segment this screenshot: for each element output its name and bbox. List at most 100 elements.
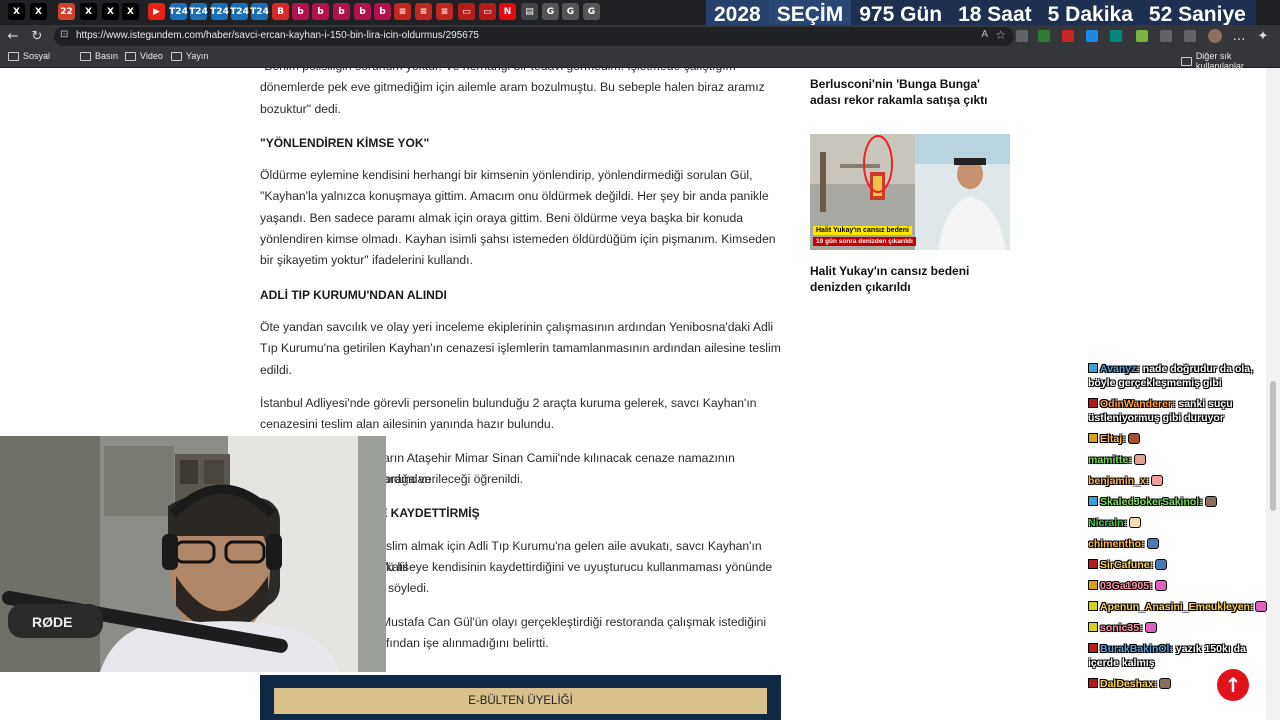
chat-username[interactable]: Nicrain: — [1088, 517, 1127, 529]
address-bar-row: ← ↻ ⊡ https://www.istegundem.com/haber/s… — [0, 25, 1280, 48]
article-paragraph: "Benim polisiliğin sorunum yoktur. Ve he… — [260, 68, 765, 116]
bookmark-label: Yayın — [186, 51, 209, 61]
chat-badge-icon — [1088, 601, 1098, 611]
chat-username[interactable]: mamitte: — [1088, 454, 1132, 466]
article-subheading: ADLİ TIP KURUMU'NDAN ALINDI — [260, 288, 447, 302]
profile-avatar[interactable] — [1208, 29, 1222, 43]
browser-tab[interactable]: T24 — [169, 3, 188, 20]
chat-message: SkaledJokerSakinol: — [1088, 495, 1268, 509]
browser-tab[interactable]: 22 — [58, 3, 75, 20]
reload-icon[interactable]: ↻ — [28, 27, 46, 45]
url-text[interactable]: https://www.istegundem.com/haber/savci-e… — [76, 30, 479, 41]
stream-chat-overlay: Avanyz: nade doğrudur da ola, böyle gerç… — [1088, 362, 1268, 720]
browser-tab[interactable]: b — [292, 3, 309, 20]
browser-tab[interactable]: b — [354, 3, 371, 20]
browser-tab[interactable]: T24 — [189, 3, 208, 20]
related-news-title[interactable]: Halit Yukay'ın cansız bedeni denizden çı… — [810, 263, 1010, 295]
related-news-thumbnail[interactable]: Halit Yukay'ın cansız bedeni 19 gün sonr… — [810, 134, 1010, 250]
url-field[interactable]: ⊡ https://www.istegundem.com/haber/savci… — [54, 27, 1014, 46]
chat-emote-icon — [1154, 580, 1167, 591]
browser-tab[interactable]: ▭ — [479, 3, 496, 20]
browser-tab[interactable]: ▶ — [148, 3, 165, 20]
browser-tab[interactable]: X — [102, 3, 119, 20]
bookmark-folder-video[interactable]: Video — [125, 51, 163, 61]
browser-tab[interactable]: G — [583, 3, 600, 20]
bookmark-label: Video — [140, 51, 163, 61]
chat-username[interactable]: Eltaj: — [1100, 433, 1126, 445]
site-info-icon[interactable]: ⊡ — [60, 29, 68, 40]
browser-tab[interactable]: ▤ — [521, 3, 538, 20]
browser-tab[interactable]: T24 — [230, 3, 249, 20]
extension-icon[interactable] — [1136, 30, 1148, 42]
browser-tab[interactable]: b — [374, 3, 391, 20]
page-scrollbar[interactable] — [1266, 68, 1280, 720]
extension-icon[interactable] — [1038, 30, 1050, 42]
article-paragraph: İstanbul Adliyesi'nde görevli personelin… — [260, 396, 757, 432]
browser-tab[interactable]: ≡ — [394, 3, 411, 20]
chat-emote-icon — [1133, 454, 1146, 465]
chat-message: Eltaj: — [1088, 432, 1268, 446]
bookmark-folder-yayin[interactable]: Yayın — [171, 51, 208, 61]
favorites-icon[interactable] — [1184, 30, 1196, 42]
browser-tab[interactable]: ≡ — [415, 3, 432, 20]
folder-icon — [1181, 56, 1192, 66]
browser-tab[interactable]: N — [499, 3, 516, 20]
chat-badge-icon — [1088, 433, 1098, 443]
chat-badge-icon — [1088, 580, 1098, 590]
article-paragraph-partial: toprağa verileceği öğrenildi. — [374, 472, 524, 486]
extension-icon[interactable] — [1110, 30, 1122, 42]
chat-username[interactable]: DalDeshax: — [1100, 678, 1157, 690]
bookmark-label: Basın — [95, 51, 119, 61]
back-icon[interactable]: ← — [4, 27, 22, 45]
chat-username[interactable]: 03Ga1905: — [1100, 580, 1153, 592]
browser-tab[interactable]: ≡ — [436, 3, 453, 20]
chat-username[interactable]: BurakBakinOl: — [1100, 643, 1173, 655]
browser-tab[interactable]: X — [8, 3, 25, 20]
chat-badge-icon — [1088, 559, 1098, 569]
chat-username[interactable]: SirCafune: — [1100, 559, 1153, 571]
folder-icon — [171, 51, 182, 61]
extension-icon[interactable] — [1062, 30, 1074, 42]
extension-icon[interactable] — [1016, 30, 1028, 42]
browser-tab[interactable]: B — [272, 3, 289, 20]
chat-username[interactable]: chimentho: — [1088, 538, 1145, 550]
favorite-star-icon[interactable]: ☆ — [995, 28, 1006, 42]
newsletter-signup-button[interactable]: E-BÜLTEN ÜYELİĞİ — [274, 688, 767, 714]
browser-tab[interactable]: G — [562, 3, 579, 20]
chat-username[interactable]: Avanyz: — [1100, 363, 1140, 375]
related-news-title[interactable]: Berlusconi'nin 'Bunga Bunga' adası rekor… — [810, 76, 1010, 108]
browser-tab[interactable]: X — [80, 3, 97, 20]
bookmark-folder-basin[interactable]: Basın — [80, 51, 118, 61]
browser-tab[interactable]: b — [312, 3, 329, 20]
chat-username[interactable]: benjamin_x: — [1088, 475, 1149, 487]
browser-tab[interactable]: T24 — [250, 3, 269, 20]
chat-message: sonic35: — [1088, 621, 1268, 635]
browser-tab[interactable]: X — [122, 3, 139, 20]
article-paragraph-partial: 'ü liseye kendisinin kaydettirdiğini ve … — [385, 560, 773, 574]
browser-tab[interactable]: T24 — [210, 3, 229, 20]
chat-message: Apenun_Anasini_Emeukleyen: — [1088, 600, 1268, 614]
bookmark-folder-sosyal[interactable]: Sosyal — [8, 51, 50, 61]
read-aloud-icon[interactable]: A — [981, 29, 988, 40]
chat-username[interactable]: OdinWanderer: — [1100, 398, 1175, 410]
scrollbar-thumb[interactable] — [1270, 381, 1276, 511]
split-screen-icon[interactable] — [1160, 30, 1172, 42]
more-menu-icon[interactable]: … — [1230, 27, 1248, 45]
browser-tab[interactable]: b — [333, 3, 350, 20]
browser-tab[interactable]: ▭ — [458, 3, 475, 20]
article-subheading: "YÖNLENDİREN KİMSE YOK" — [260, 136, 430, 150]
folder-icon — [80, 51, 91, 61]
chat-emote-icon — [1146, 538, 1159, 549]
chat-message: mamitte: — [1088, 453, 1268, 467]
chat-badge-icon — [1088, 496, 1098, 506]
chat-username[interactable]: Apenun_Anasini_Emeukleyen: — [1100, 601, 1253, 613]
mic-brand-label: RØDE — [32, 614, 72, 630]
article-paragraph: Öte yandan savcılık ve olay yeri incelem… — [260, 320, 781, 377]
extension-icon[interactable] — [1086, 30, 1098, 42]
copilot-icon[interactable]: ✦ — [1254, 27, 1272, 45]
thumbnail-caption: 19 gün sonra denizden çıkarıldı — [813, 237, 916, 246]
browser-tab[interactable]: X — [30, 3, 47, 20]
chat-username[interactable]: sonic35: — [1100, 622, 1143, 634]
browser-tab[interactable]: G — [542, 3, 559, 20]
chat-username[interactable]: SkaledJokerSakinol: — [1100, 496, 1203, 508]
